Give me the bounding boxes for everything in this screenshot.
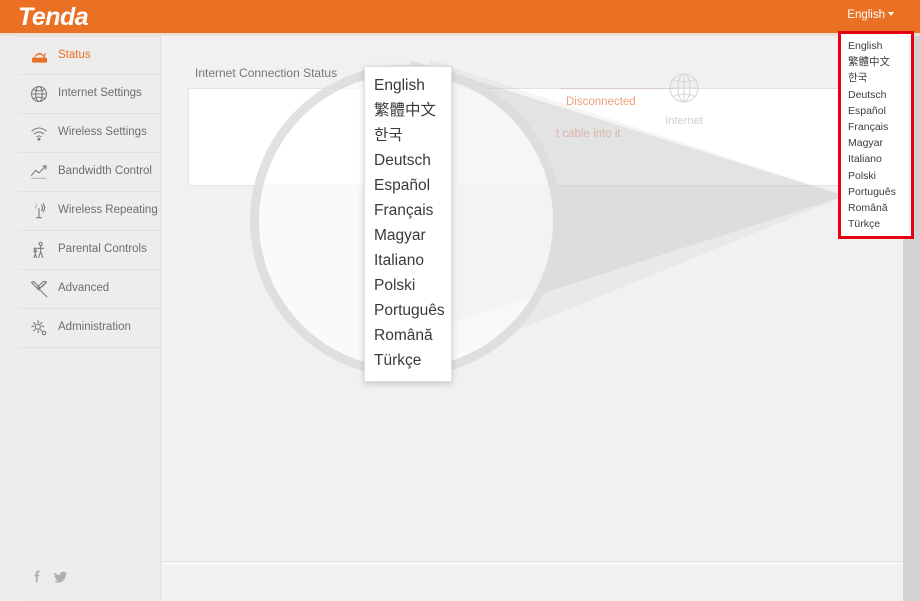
sidebar-item-label: Parental Controls [58, 244, 147, 256]
language-option-français[interactable]: Français [841, 119, 911, 135]
internet-node: Internet [656, 68, 712, 127]
sidebar-item-label: Bandwidth Control [58, 166, 152, 178]
sidebar-item-label: Wireless Repeating [58, 205, 158, 217]
magnified-language-option-english[interactable]: English [365, 73, 451, 98]
status-hint-text: t cable into it [556, 128, 621, 140]
line-chart-icon [28, 162, 50, 182]
language-option-magyar[interactable]: Magyar [841, 135, 911, 151]
language-option-italiano[interactable]: Italiano [841, 151, 911, 167]
language-option-türkçe[interactable]: Türkçe [841, 216, 911, 232]
content-panel: Internet Connection Status Disconnected … [162, 36, 903, 562]
sidebar-item-wireless-repeating[interactable]: Wireless Repeating [18, 192, 160, 231]
sidebar-item-label: Internet Settings [58, 88, 142, 100]
page-title: Internet Connection Status [195, 66, 337, 80]
language-option-한국[interactable]: 한국 [841, 70, 911, 86]
sidebar-item-label: Wireless Settings [58, 127, 147, 139]
magnified-language-option-română[interactable]: Română [365, 323, 451, 348]
language-option-polski[interactable]: Polski [841, 168, 911, 184]
sidebar-item-label: Advanced [58, 283, 109, 295]
chevron-down-icon [888, 12, 894, 16]
wifi-icon [28, 123, 50, 143]
sidebar-item-parental-controls[interactable]: Parental Controls [18, 231, 160, 270]
internet-label: Internet [656, 115, 712, 127]
language-option-deutsch[interactable]: Deutsch [841, 87, 911, 103]
sidebar-item-status[interactable]: Status [18, 36, 160, 75]
magnified-language-option-español[interactable]: Español [365, 173, 451, 198]
sidebar-item-bandwidth-control[interactable]: Bandwidth Control [18, 153, 160, 192]
magnified-language-option-italiano[interactable]: Italiano [365, 248, 451, 273]
sidebar-item-wireless-settings[interactable]: Wireless Settings [18, 114, 160, 153]
magnified-language-option-繁體中文[interactable]: 繁體中文 [365, 98, 451, 123]
twitter-icon[interactable] [53, 570, 68, 589]
antenna-signal-icon [28, 201, 50, 221]
language-option-english[interactable]: English [841, 38, 911, 54]
language-option-繁體中文[interactable]: 繁體中文 [841, 54, 911, 70]
globe-icon [28, 84, 50, 104]
language-option-português[interactable]: Português [841, 184, 911, 200]
magnified-language-option-magyar[interactable]: Magyar [365, 223, 451, 248]
connection-status-card [188, 88, 878, 186]
language-selector-label: English [847, 9, 885, 21]
magnified-language-option-한국[interactable]: 한국 [365, 123, 451, 148]
magnified-language-option-deutsch[interactable]: Deutsch [365, 148, 451, 173]
router-icon [28, 46, 50, 66]
globe-icon [664, 95, 704, 112]
parent-child-icon [28, 240, 50, 260]
content-footer [162, 563, 903, 601]
language-option-română[interactable]: Română [841, 200, 911, 216]
language-dropdown-menu[interactable]: English繁體中文한국DeutschEspañolFrançaisMagya… [838, 31, 914, 239]
magnified-language-menu[interactable]: English繁體中文한국DeutschEspañolFrançaisMagya… [364, 66, 452, 382]
social-links [30, 570, 68, 589]
sidebar: Status Internet Settings Wireless Settings… [18, 36, 161, 601]
magnified-language-option-français[interactable]: Français [365, 198, 451, 223]
sidebar-item-administration[interactable]: Administration [18, 309, 160, 348]
magnified-language-option-türkçe[interactable]: Türkçe [365, 348, 451, 373]
sidebar-item-internet-settings[interactable]: Internet Settings [18, 75, 160, 114]
magnified-language-option-português[interactable]: Português [365, 298, 451, 323]
gear-icon [28, 318, 50, 338]
sidebar-item-label: Administration [58, 322, 131, 334]
facebook-icon[interactable] [30, 570, 44, 589]
tools-icon [28, 279, 50, 299]
app-header: Tenda English [0, 0, 920, 33]
sidebar-item-label: Status [58, 50, 91, 62]
main-content: Internet Connection Status Disconnected … [162, 36, 903, 601]
status-badge: Disconnected [566, 96, 636, 108]
browser-page: Tenda English Status Internet Settings Wir… [0, 0, 920, 601]
magnified-language-option-polski[interactable]: Polski [365, 273, 451, 298]
sidebar-item-advanced[interactable]: Advanced [18, 270, 160, 309]
language-option-español[interactable]: Español [841, 103, 911, 119]
language-selector[interactable]: English [847, 9, 894, 21]
tenda-logo: Tenda [18, 3, 88, 32]
